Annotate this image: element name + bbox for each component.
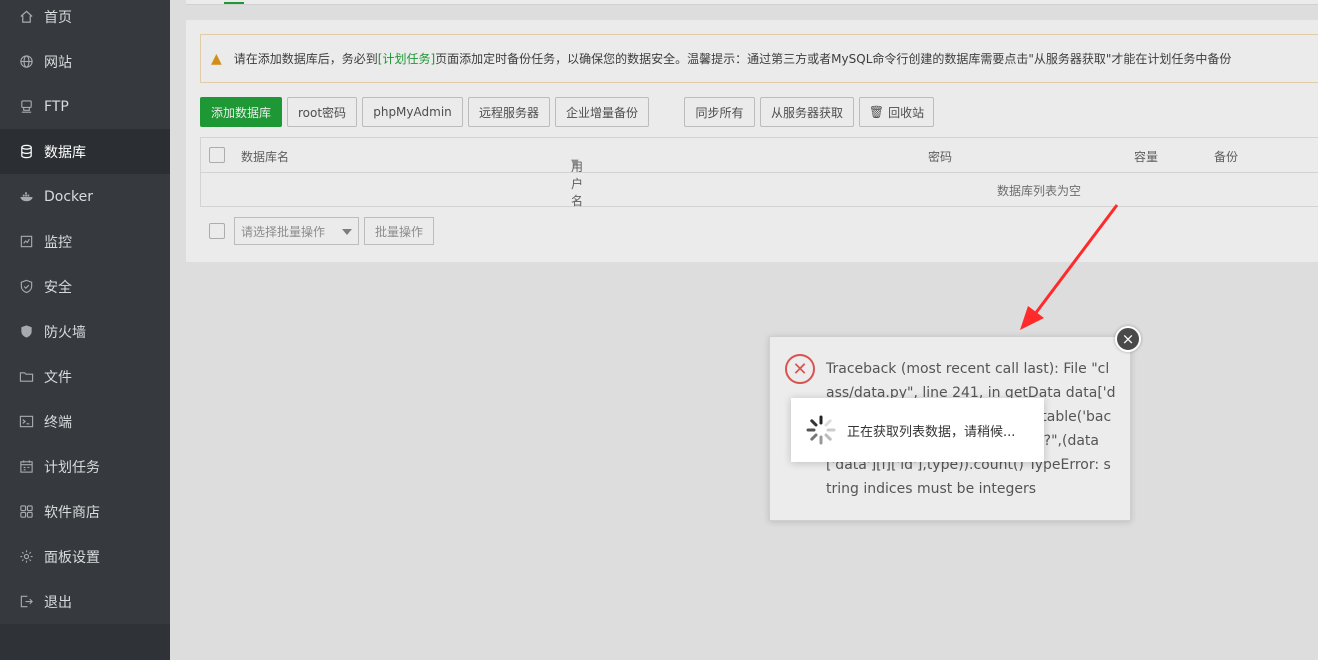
- database-icon: [18, 144, 34, 160]
- spinner-icon: [806, 415, 836, 445]
- home-icon: [18, 9, 34, 25]
- sidebar-item-logout[interactable]: 退出: [0, 579, 170, 624]
- sidebar-item-website[interactable]: 网站: [0, 39, 170, 84]
- apps-icon: [18, 504, 34, 520]
- sidebar: 首页 网站 FTP 数据库 Docker 监控 安全 防火墙 文件 终端 计划任…: [0, 0, 170, 660]
- error-x-icon: ✕: [785, 354, 815, 384]
- ftp-icon: [18, 99, 34, 115]
- folder-icon: [18, 369, 34, 385]
- shield-icon: [18, 279, 34, 295]
- loading-text: 正在获取列表数据，请稍候...: [847, 424, 1016, 440]
- sidebar-item-label: FTP: [44, 98, 69, 115]
- sidebar-item-terminal[interactable]: 终端: [0, 399, 170, 444]
- sidebar-item-label: 软件商店: [44, 504, 100, 521]
- logout-icon: [18, 594, 34, 610]
- docker-icon: [18, 189, 34, 205]
- sidebar-item-label: Docker: [44, 188, 94, 205]
- sidebar-footer: [0, 624, 170, 660]
- sidebar-item-ftp[interactable]: FTP: [0, 84, 170, 129]
- modal-overlay: [170, 0, 1318, 660]
- sidebar-item-docker[interactable]: Docker: [0, 174, 170, 219]
- sidebar-item-label: 退出: [44, 594, 72, 611]
- sidebar-item-firewall[interactable]: 防火墙: [0, 309, 170, 354]
- sidebar-item-label: 首页: [44, 9, 72, 26]
- sidebar-item-label: 终端: [44, 414, 72, 431]
- sidebar-item-monitor[interactable]: 监控: [0, 219, 170, 264]
- sidebar-item-label: 监控: [44, 234, 72, 251]
- calendar-icon: [18, 459, 34, 475]
- monitor-icon: [18, 234, 34, 250]
- sidebar-item-store[interactable]: 软件商店: [0, 489, 170, 534]
- sidebar-item-label: 文件: [44, 369, 72, 386]
- sidebar-item-database[interactable]: 数据库: [0, 129, 170, 174]
- sidebar-item-settings[interactable]: 面板设置: [0, 534, 170, 579]
- sidebar-item-label: 数据库: [44, 144, 86, 161]
- globe-icon: [18, 54, 34, 70]
- loading-toast: 正在获取列表数据，请稍候...: [791, 398, 1044, 462]
- sidebar-item-label: 网站: [44, 54, 72, 71]
- sidebar-item-label: 安全: [44, 279, 72, 296]
- sidebar-item-label: 计划任务: [44, 459, 100, 476]
- firewall-icon: [18, 324, 34, 340]
- sidebar-item-security[interactable]: 安全: [0, 264, 170, 309]
- close-dialog-button[interactable]: ×: [1115, 326, 1141, 352]
- terminal-icon: [18, 414, 34, 430]
- sidebar-item-label: 防火墙: [44, 324, 86, 341]
- sidebar-item-files[interactable]: 文件: [0, 354, 170, 399]
- sidebar-item-home[interactable]: 首页: [0, 0, 170, 39]
- annotation-arrow: [1020, 204, 1119, 330]
- sidebar-item-label: 面板设置: [44, 549, 100, 566]
- sidebar-item-cron[interactable]: 计划任务: [0, 444, 170, 489]
- gear-icon: [18, 549, 34, 565]
